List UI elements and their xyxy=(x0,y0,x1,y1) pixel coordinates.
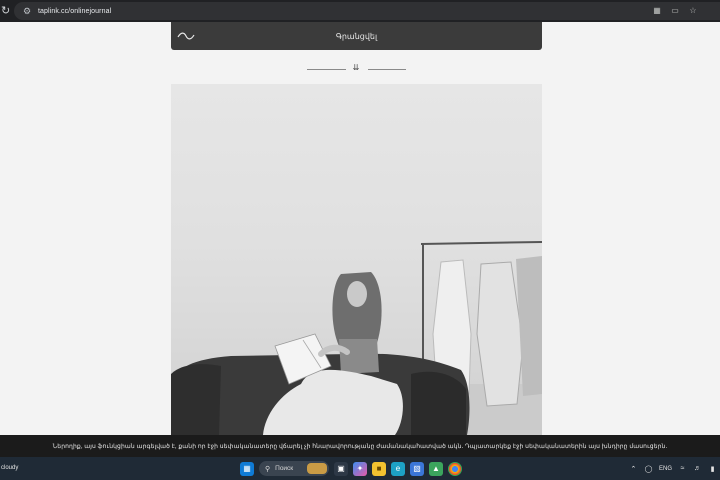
register-button[interactable]: Գրանցվել xyxy=(171,22,542,52)
site-info-icon[interactable]: ⚙ xyxy=(20,6,34,17)
battery-icon[interactable]: ▮ xyxy=(708,465,717,473)
system-tray: ⌃ ◯ ENG ≈ ♬ ▮ xyxy=(629,457,717,480)
edge-icon[interactable]: e xyxy=(391,461,405,476)
file-explorer-icon[interactable]: ■ xyxy=(372,461,386,476)
weather-widget[interactable]: cloudy xyxy=(1,457,18,480)
wifi-icon[interactable]: ≈ xyxy=(678,465,687,472)
taskbar: cloudy ▦ ⚲ Поиск ▣ ✦ ■ e ▧ ▲ ⌃ ◯ ENG ≈ ♬… xyxy=(0,457,720,480)
volume-icon[interactable]: ♬ xyxy=(693,465,702,472)
search-highlight-icon xyxy=(307,463,327,474)
cast-icon[interactable]: ▭ xyxy=(670,6,680,16)
chevron-up-icon[interactable]: ⌃ xyxy=(629,465,638,473)
maps-icon[interactable]: ▲ xyxy=(429,461,443,476)
divider-right xyxy=(368,69,406,70)
page-content: Գրանցվել ⇊ xyxy=(0,22,720,435)
notice-text: Ներողիք, այս ֆունկցիան արգելված է, քանի … xyxy=(52,442,668,450)
windows-start-icon[interactable]: ▦ xyxy=(240,461,254,476)
taskbar-search[interactable]: ⚲ Поиск xyxy=(259,461,329,476)
search-label: Поиск xyxy=(275,465,294,472)
taskbar-apps: ▦ ⚲ Поиск ▣ ✦ ■ e ▧ ▲ xyxy=(240,460,462,477)
header-bar: Գրանցվել xyxy=(171,22,542,50)
chrome-icon[interactable] xyxy=(448,461,462,476)
browser-toolbar: ↻ ⚙ taplink.cc/onlinejournal ▦ ▭ ☆ xyxy=(0,0,720,22)
search-icon: ⚲ xyxy=(265,465,271,473)
store-icon[interactable]: ▧ xyxy=(410,461,424,476)
double-chevron-down-icon[interactable]: ⇊ xyxy=(350,62,362,74)
woman-reading-magazine-photo xyxy=(171,84,542,435)
language-indicator[interactable]: ENG xyxy=(659,466,672,472)
divider-left xyxy=(307,69,346,70)
edge-tray-icon[interactable]: ◯ xyxy=(644,465,653,473)
address-bar[interactable]: ⚙ taplink.cc/onlinejournal ▦ ▭ ☆ xyxy=(14,2,720,20)
copilot-icon[interactable]: ✦ xyxy=(353,461,367,476)
photo-illustration xyxy=(171,241,542,435)
translate-icon[interactable]: ▦ xyxy=(652,6,662,16)
task-view-icon[interactable]: ▣ xyxy=(334,461,348,476)
reload-icon[interactable]: ↻ xyxy=(1,0,15,22)
url-text[interactable]: taplink.cc/onlinejournal xyxy=(38,8,111,15)
bookmark-star-icon[interactable]: ☆ xyxy=(688,6,698,16)
notice-banner: Ներողիք, այս ֆունկցիան արգելված է, քանի … xyxy=(0,435,720,457)
